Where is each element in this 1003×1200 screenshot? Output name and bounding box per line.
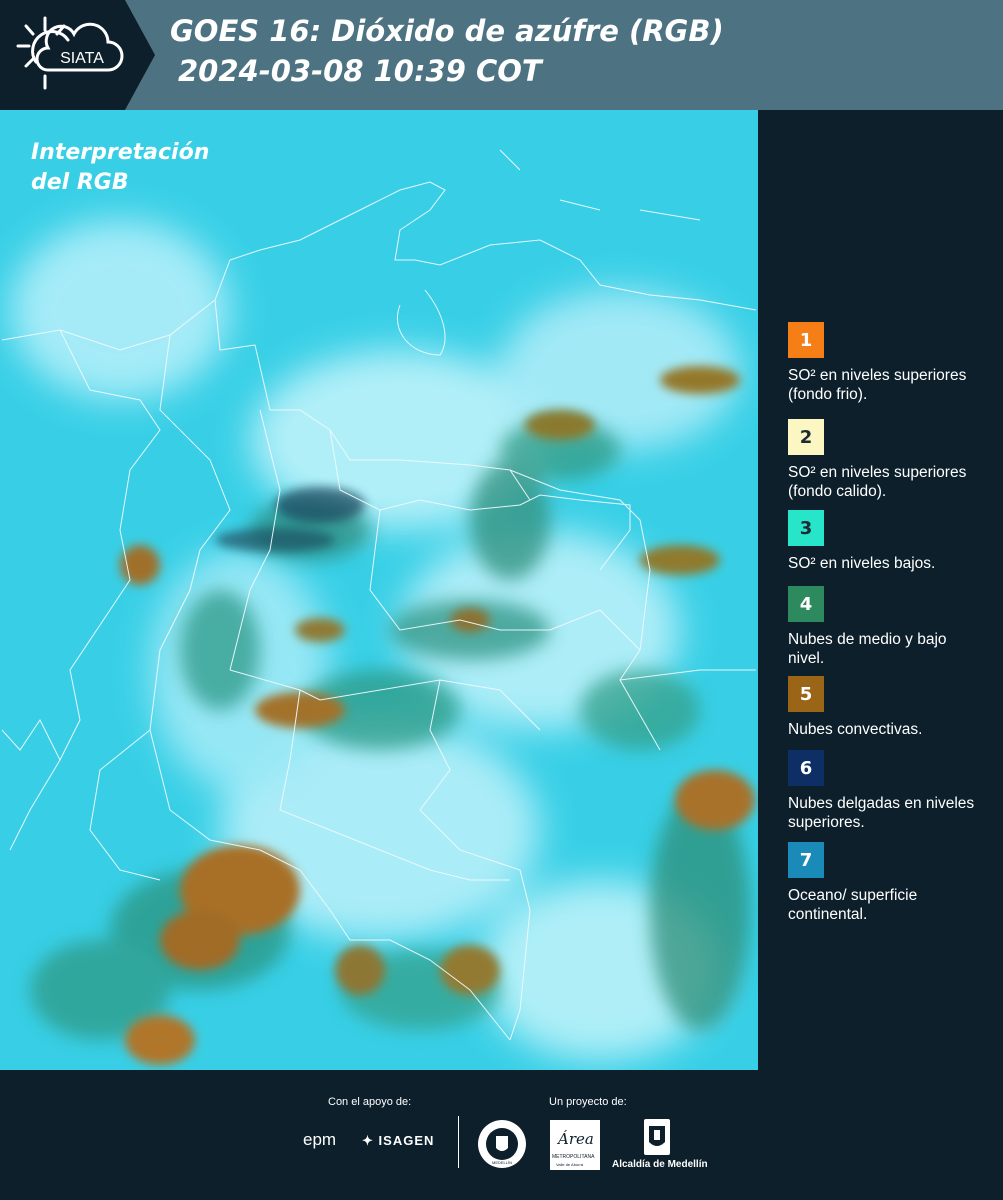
footer: Con el apoyo de: Un proyecto de: epm ✦ I… [0,1070,1003,1200]
legend-item: 6 Nubes delgadas en niveles superiores. [788,750,978,832]
legend-label: SO² en niveles superiores (fondo frio). [788,367,967,403]
legend-title: Interpretación del RGB [31,138,231,198]
area-logo-subtext2: Valle de Aburrá [556,1162,584,1167]
legend-swatch: 4 [788,586,824,622]
legend-label: Oceano/ superficie continental. [788,887,918,923]
isagen-logo-text: ISAGEN [378,1133,435,1148]
legend-label: Nubes delgadas en niveles superiores. [788,795,975,831]
legend-swatch: 5 [788,676,824,712]
legend-item: 5 Nubes convectivas. [788,676,978,739]
legend-label: Nubes de medio y bajo nivel. [788,631,947,667]
legend-item: 3 SO² en niveles bajos. [788,510,978,573]
footer-divider [458,1116,459,1168]
page-title: GOES 16: Dióxido de azúfre (RGB) [170,14,724,48]
legend-swatch: 1 [788,322,824,358]
legend-item: 7 Oceano/ superficie continental. [788,842,978,924]
legend-item: 4 Nubes de medio y bajo nivel. [788,586,978,668]
isagen-logo: ✦ ISAGEN [362,1133,434,1149]
legend-label: Nubes convectivas. [788,721,923,738]
support-caption: Con el apoyo de: [328,1096,412,1108]
header-bar: SIATA GOES 16: Dióxido de azúfre (RGB) 2… [0,0,1003,110]
legend-swatch: 3 [788,510,824,546]
medellin-seal-icon: MEDELLÍN [478,1120,526,1168]
siata-logo: SIATA [0,0,155,110]
area-metropolitana-logo: Área METROPOLITANA Valle de Aburrá [550,1120,600,1170]
area-logo-text: Área [558,1130,594,1148]
page-timestamp: 2024-03-08 10:39 COT [178,54,542,88]
seal-text: MEDELLÍN [492,1160,512,1165]
alcaldia-shield-icon [644,1119,670,1155]
isagen-icon: ✦ [362,1133,374,1148]
legend-title-line1: Interpretación [31,140,210,165]
siata-logo-text: SIATA [60,50,104,67]
area-logo-subtext: METROPOLITANA [552,1154,595,1160]
satellite-map [0,110,758,1070]
legend-swatch: 2 [788,419,824,455]
legend-swatch: 7 [788,842,824,878]
legend-label: SO² en niveles bajos. [788,555,936,572]
project-caption: Un proyecto de: [549,1096,627,1108]
legend-item: 1 SO² en niveles superiores (fondo frio)… [788,322,978,404]
alcaldia-logo-text: Alcaldía de Medellín [612,1159,708,1170]
legend-item: 2 SO² en niveles superiores (fondo calid… [788,419,978,519]
legend-swatch: 6 [788,750,824,786]
epm-logo: epm [303,1130,337,1149]
legend-title-line2: del RGB [31,170,129,195]
